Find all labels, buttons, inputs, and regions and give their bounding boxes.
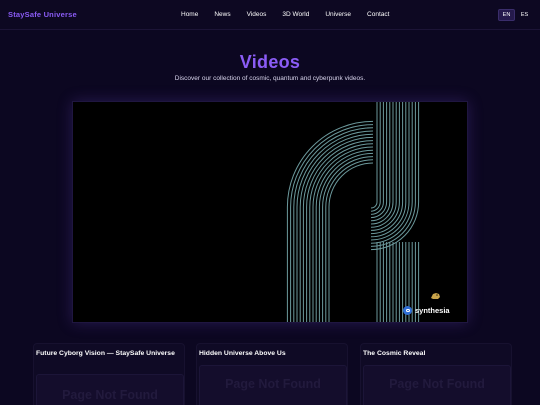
stripe-line xyxy=(370,102,378,209)
video-card-title: Hidden Universe Above Us xyxy=(199,350,286,357)
stripe-line xyxy=(322,156,374,322)
video-card-title: The Cosmic Reveal xyxy=(363,350,426,357)
video-embed[interactable]: Page Not Found xyxy=(36,374,184,405)
video-card-title: Future Cyborg Vision — StaySafe Universe xyxy=(36,350,175,357)
nav-menu: Home News Videos 3D World Universe Conta… xyxy=(181,11,405,18)
video-embed[interactable]: Page Not Found xyxy=(363,365,511,405)
mascot-icon xyxy=(431,293,440,299)
synthesia-logo-icon xyxy=(403,306,412,315)
page-subtitle: Discover our collection of cosmic, quant… xyxy=(174,75,366,82)
page-title: Videos xyxy=(239,52,301,72)
stripe-line xyxy=(312,146,374,322)
nav-universe[interactable]: Universe xyxy=(325,11,351,18)
stripe-line xyxy=(296,130,374,322)
stripe-line xyxy=(325,159,374,322)
synthesia-watermark: synthesia xyxy=(403,306,450,315)
top-navigation: StaySafe Universe Home News Videos 3D Wo… xyxy=(0,0,540,30)
embed-error-text: Page Not Found xyxy=(225,377,321,391)
stripe-line xyxy=(370,102,400,231)
stripe-line xyxy=(328,162,374,322)
stripe-line xyxy=(315,149,374,322)
language-en-button[interactable]: EN xyxy=(498,9,515,21)
nav-home[interactable]: Home xyxy=(181,11,198,18)
watermark-text: synthesia xyxy=(415,306,450,315)
video-frame-graphic xyxy=(286,102,420,322)
video-card[interactable]: Future Cyborg Vision — StaySafe Universe… xyxy=(33,343,185,405)
nav-3d-world[interactable]: 3D World xyxy=(282,11,309,18)
brand-logo[interactable]: StaySafe Universe xyxy=(8,10,77,19)
video-card[interactable]: The Cosmic Reveal Page Not Found xyxy=(360,343,512,405)
stripe-line xyxy=(318,152,374,322)
language-es-button[interactable]: ES xyxy=(516,9,533,21)
nav-news[interactable]: News xyxy=(214,11,230,18)
embed-error-text: Page Not Found xyxy=(62,388,158,402)
video-card[interactable]: Hidden Universe Above Us Page Not Found xyxy=(196,343,348,405)
nav-contact[interactable]: Contact xyxy=(367,11,389,18)
video-embed[interactable]: Page Not Found xyxy=(199,365,347,405)
embed-error-text: Page Not Found xyxy=(389,377,485,391)
stripe-line xyxy=(370,102,388,219)
video-player[interactable] xyxy=(72,101,468,323)
nav-videos[interactable]: Videos xyxy=(247,11,267,18)
